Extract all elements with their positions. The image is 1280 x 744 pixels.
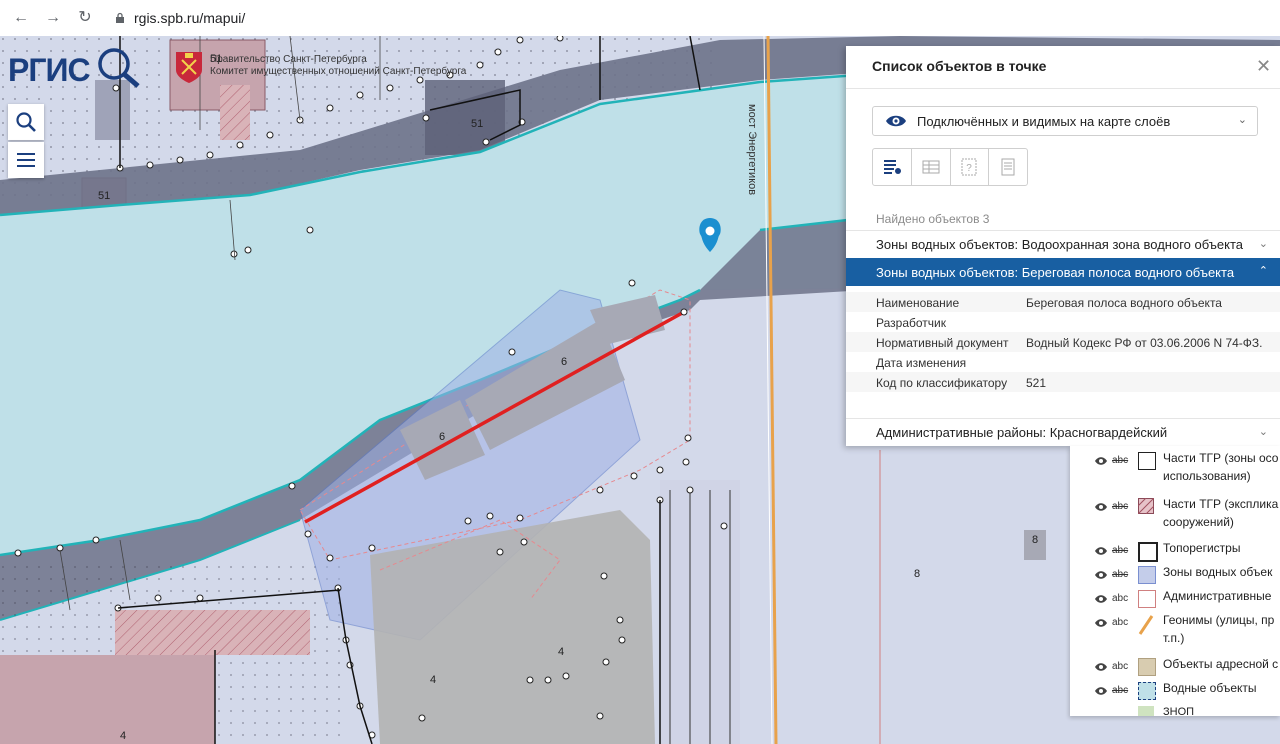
legend-item[interactable]: ЗНОП — [1070, 704, 1280, 716]
parcel-label: 8 — [1024, 530, 1046, 560]
search-icon — [16, 112, 36, 132]
eye-icon[interactable] — [1094, 546, 1108, 556]
legend-swatch — [1138, 542, 1158, 562]
close-icon[interactable]: ✕ — [1256, 56, 1271, 77]
parcel-label: 4 — [120, 730, 127, 742]
label-toggle[interactable]: abc — [1112, 617, 1128, 628]
magnifier-logo-icon — [98, 48, 140, 88]
label-toggle[interactable]: abc — [1112, 501, 1128, 512]
back-icon[interactable]: ← — [10, 7, 32, 29]
attributes-table: Наименование Береговая полоса водного объ… — [846, 292, 1280, 392]
found-count: Найдено объектов 3 — [876, 212, 990, 226]
objects-at-point-panel: Список объектов в точке ✕ Подключённых и… — [846, 46, 1280, 446]
eye-icon[interactable] — [1094, 662, 1108, 672]
tab-document-view[interactable] — [989, 149, 1027, 185]
attribute-row: Дата изменения — [876, 356, 967, 370]
tab-info-view[interactable]: ? — [951, 149, 990, 185]
label-toggle[interactable]: abc — [1112, 593, 1128, 604]
chevron-down-icon: ⌄ — [1237, 114, 1247, 126]
legend-swatch — [1138, 706, 1154, 716]
label-toggle[interactable]: abc — [1112, 685, 1128, 696]
eye-icon[interactable] — [1094, 456, 1108, 466]
rgis-logo[interactable]: РГИС — [8, 42, 140, 90]
legend-item[interactable]: abc Водные объекты — [1070, 681, 1280, 702]
parcel-label: 4 — [430, 674, 437, 686]
parcel-label: 51 — [471, 118, 484, 130]
eye-icon[interactable] — [1094, 502, 1108, 512]
chevron-down-icon: ⌄ — [1258, 426, 1268, 438]
label-toggle[interactable]: abc — [1112, 661, 1128, 672]
parcel-label: 4 — [558, 646, 565, 658]
table-icon — [922, 160, 940, 174]
layer-filter-label: Подключённых и видимых на карте слоёв — [917, 114, 1171, 129]
legend-swatch — [1138, 566, 1156, 584]
result-item-selected[interactable]: Зоны водных объектов: Береговая полоса в… — [846, 258, 1280, 286]
hamburger-icon — [17, 153, 35, 167]
attribute-row: Разработчик — [876, 316, 946, 330]
chevron-down-icon: ⌄ — [1258, 238, 1268, 250]
attribute-row: Код по классификатору 521 — [846, 372, 1280, 392]
divider — [846, 88, 1280, 89]
question-doc-icon: ? — [961, 158, 977, 176]
legend-item[interactable]: abc Административные — [1070, 589, 1280, 610]
legend-item[interactable]: abc Топорегистры — [1070, 541, 1280, 562]
tab-list-view[interactable] — [873, 149, 912, 185]
label-toggle[interactable]: abc — [1112, 569, 1128, 580]
legend-item[interactable]: abc Геонимы (улицы, пр т.п.) — [1070, 613, 1280, 654]
attribute-row: Нормативный документ Водный Кодекс РФ от … — [846, 332, 1280, 352]
eye-icon[interactable] — [1094, 594, 1108, 604]
legend-item[interactable]: abc Части ТГР (зоны осо использования) — [1070, 451, 1280, 492]
attribute-row: Наименование Береговая полоса водного объ… — [846, 292, 1280, 312]
legend-swatch — [1138, 452, 1156, 470]
parcel-label: 6 — [561, 356, 568, 368]
address-bar[interactable]: rgis.spb.ru/mapui/ — [134, 10, 245, 26]
parcel-label: 51 — [98, 190, 111, 202]
eye-icon[interactable] — [1094, 686, 1108, 696]
forward-icon[interactable]: → — [42, 7, 64, 29]
legend-swatch — [1138, 682, 1156, 700]
view-tabs: ? — [872, 148, 1028, 186]
legend-swatch — [1138, 498, 1154, 514]
layers-legend: abc Части ТГР (зоны осо использования) a… — [1070, 446, 1280, 716]
layer-filter-select[interactable]: Подключённых и видимых на карте слоёв ⌄ — [872, 106, 1258, 136]
parcel-label: 8 — [914, 568, 921, 580]
legend-swatch — [1138, 658, 1156, 676]
result-item[interactable]: Административные районы: Красногвардейск… — [846, 418, 1280, 445]
eye-icon[interactable] — [1094, 570, 1108, 580]
eye-icon[interactable] — [1094, 618, 1108, 628]
parcel-label: 6 — [439, 431, 446, 443]
menu-button[interactable] — [8, 142, 44, 178]
list-pin-icon — [883, 160, 901, 174]
tab-table-view[interactable] — [912, 149, 951, 185]
legend-item[interactable]: abc Объекты адресной с — [1070, 657, 1280, 678]
browser-toolbar: ← → ↻ rgis.spb.ru/mapui/ — [0, 0, 1280, 37]
legend-item[interactable]: abc Зоны водных объек — [1070, 565, 1280, 586]
gov-line-1: Правительство Санкт-Петербурга — [210, 54, 367, 65]
label-toggle[interactable]: abc — [1112, 545, 1128, 556]
legend-swatch — [1138, 590, 1156, 608]
document-icon — [1001, 158, 1015, 176]
search-button[interactable] — [8, 104, 44, 140]
reload-icon[interactable]: ↻ — [74, 7, 96, 29]
panel-title: Список объектов в точке — [872, 58, 1047, 74]
bridge-label: мост Энергетиков — [746, 104, 758, 196]
chevron-up-icon: ⌃ — [1258, 265, 1268, 277]
svg-text:?: ? — [967, 163, 973, 174]
legend-item[interactable]: abc Части ТГР (эксплика сооружений) — [1070, 497, 1280, 538]
layers-eye-icon — [886, 115, 906, 127]
gov-line-2: Комитет имущественных отношений Санкт-Пе… — [210, 66, 467, 77]
lock-icon — [116, 12, 124, 23]
spb-emblem-icon — [176, 52, 202, 83]
legend-swatch — [1138, 615, 1154, 635]
result-item[interactable]: Зоны водных объектов: Водоохранная зона … — [846, 230, 1280, 257]
label-toggle[interactable]: abc — [1112, 455, 1128, 466]
government-header: Правительство Санкт-Петербурга Комитет и… — [172, 46, 492, 86]
